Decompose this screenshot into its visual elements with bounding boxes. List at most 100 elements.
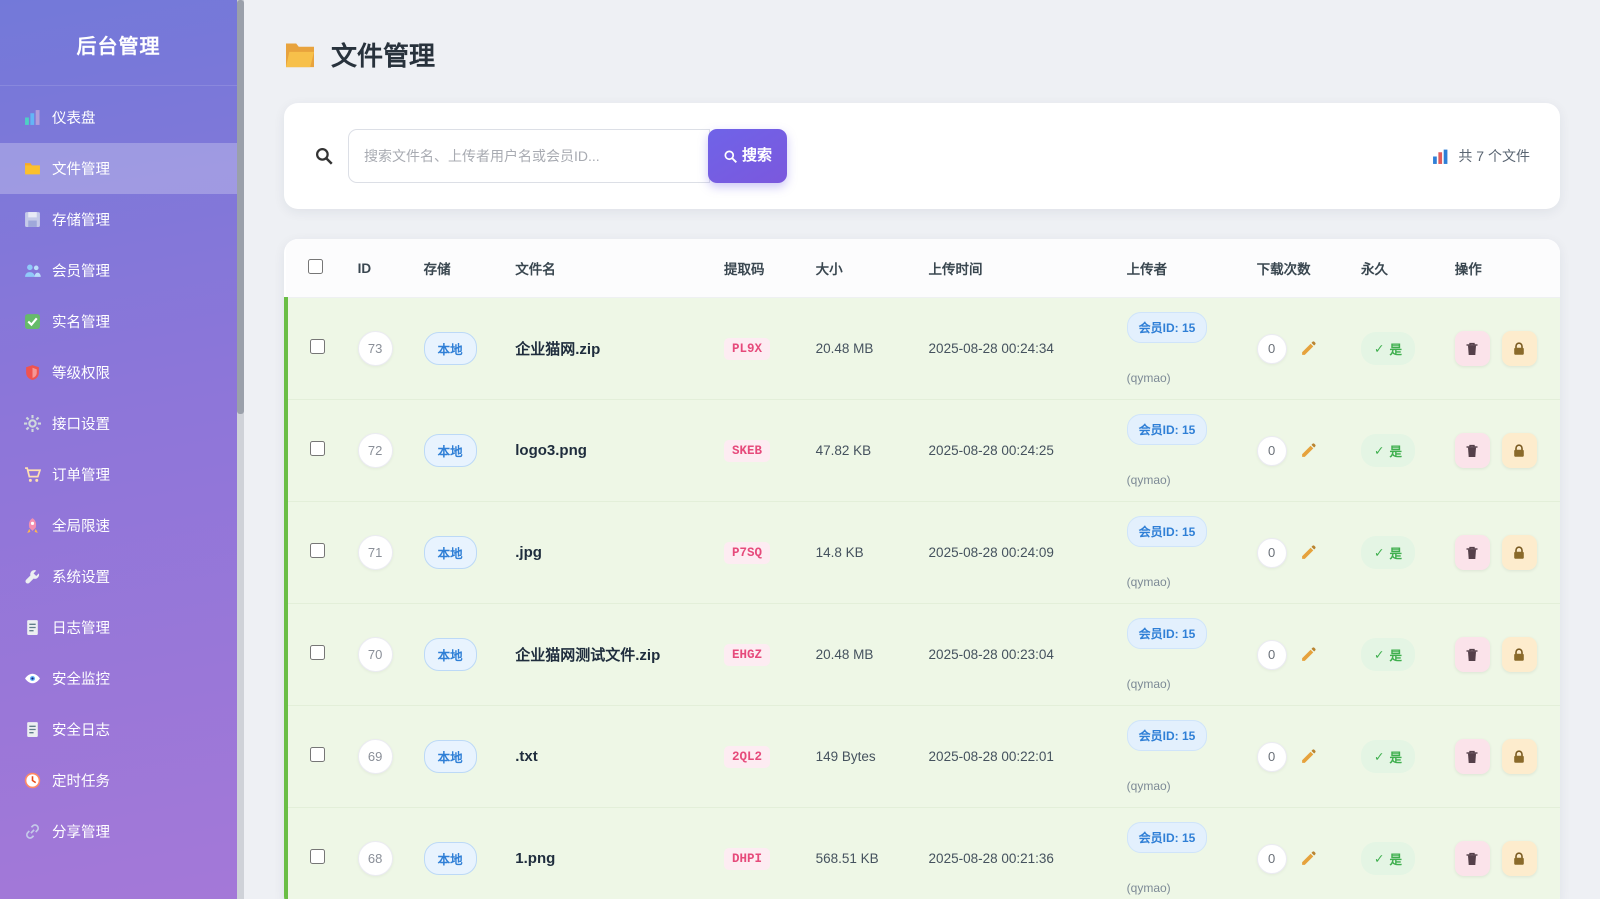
edit-downloads-button[interactable] [1296, 540, 1322, 566]
row-checkbox[interactable] [310, 543, 325, 558]
table-body: 73 本地 企业猫网.zip PL9X 20.48 MB 2025-08-28 … [286, 298, 1560, 899]
actions-cell [1455, 535, 1548, 570]
download-count: 0 [1257, 640, 1287, 670]
upload-time: 2025-08-28 00:24:34 [929, 341, 1054, 356]
file-size: 149 Bytes [816, 749, 876, 764]
uploader-username: (qymao) [1127, 473, 1171, 487]
permanent-badge: ✓是 [1361, 332, 1415, 365]
sidebar-item-members[interactable]: 会员管理 [0, 245, 237, 296]
page-scrollbar[interactable] [237, 0, 244, 899]
storage-badge: 本地 [424, 638, 477, 671]
delete-button[interactable] [1455, 535, 1490, 570]
sidebar-item-system[interactable]: 系统设置 [0, 551, 237, 602]
delete-button[interactable] [1455, 331, 1490, 366]
edit-downloads-button[interactable] [1296, 438, 1322, 464]
lock-button[interactable] [1502, 535, 1537, 570]
table-row: 70 本地 企业猫网测试文件.zip EHGZ 20.48 MB 2025-08… [286, 604, 1560, 706]
member-id-badge: 会员ID: 15 [1127, 312, 1208, 343]
scrollbar-thumb[interactable] [237, 0, 244, 414]
extract-code-badge: EHGZ [724, 644, 770, 666]
select-all-checkbox[interactable] [308, 259, 323, 274]
sidebar-item-label: 日志管理 [52, 617, 110, 638]
sidebar-item-label: 文件管理 [52, 158, 110, 179]
download-count: 0 [1257, 436, 1287, 466]
row-checkbox[interactable] [310, 441, 325, 456]
sidebar-item-logs[interactable]: 日志管理 [0, 602, 237, 653]
lock-button[interactable] [1502, 433, 1537, 468]
folder-icon [284, 41, 316, 69]
uploader-username: (qymao) [1127, 677, 1171, 691]
search-input[interactable] [348, 129, 710, 183]
extract-code-badge: 2QL2 [724, 746, 770, 768]
sidebar-item-share[interactable]: 分享管理 [0, 806, 237, 857]
row-checkbox[interactable] [310, 747, 325, 762]
file-name: .txt [515, 748, 538, 765]
sidebar-item-files[interactable]: 文件管理 [0, 143, 237, 194]
storage-badge: 本地 [424, 434, 477, 467]
disk-icon [24, 211, 41, 228]
check-icon: ✓ [1374, 443, 1384, 458]
row-checkbox[interactable] [310, 645, 325, 660]
uploader-username: (qymao) [1127, 779, 1171, 793]
permanent-badge: ✓是 [1361, 536, 1415, 569]
uploader-username: (qymao) [1127, 371, 1171, 385]
sidebar-item-tasks[interactable]: 定时任务 [0, 755, 237, 806]
main-content: 文件管理 搜索 共 7 个文件 [244, 0, 1600, 899]
sidebar-item-security-logs[interactable]: 安全日志 [0, 704, 237, 755]
sidebar-item-label: 实名管理 [52, 311, 110, 332]
delete-button[interactable] [1455, 739, 1490, 774]
row-checkbox[interactable] [310, 849, 325, 864]
delete-button[interactable] [1455, 433, 1490, 468]
sidebar-item-levels[interactable]: 等级权限 [0, 347, 237, 398]
downloads-cell: 0 [1257, 844, 1337, 874]
folder-icon [24, 160, 41, 177]
edit-downloads-button[interactable] [1296, 336, 1322, 362]
lock-button[interactable] [1502, 637, 1537, 672]
edit-downloads-button[interactable] [1296, 846, 1322, 872]
actions-cell [1455, 433, 1548, 468]
upload-time: 2025-08-28 00:23:04 [929, 647, 1054, 662]
sidebar-item-label: 存储管理 [52, 209, 110, 230]
edit-downloads-button[interactable] [1296, 744, 1322, 770]
search-button[interactable]: 搜索 [708, 129, 787, 183]
download-count: 0 [1257, 334, 1287, 364]
sidebar-item-api[interactable]: 接口设置 [0, 398, 237, 449]
header-size: 大小 [804, 239, 917, 298]
sidebar-item-monitor[interactable]: 安全监控 [0, 653, 237, 704]
downloads-cell: 0 [1257, 640, 1337, 670]
delete-button[interactable] [1455, 841, 1490, 876]
cart-icon [24, 466, 41, 483]
sidebar-item-storage[interactable]: 存储管理 [0, 194, 237, 245]
search-group: 搜索 [314, 129, 787, 183]
extract-code-badge: PL9X [724, 338, 770, 360]
sidebar-item-orders[interactable]: 订单管理 [0, 449, 237, 500]
gear-icon [24, 415, 41, 432]
file-name: 1.png [515, 850, 555, 867]
lock-button[interactable] [1502, 331, 1537, 366]
header-upload-time: 上传时间 [917, 239, 1115, 298]
sidebar-item-dashboard[interactable]: 仪表盘 [0, 92, 237, 143]
uploader-username: (qymao) [1127, 881, 1171, 895]
lock-button[interactable] [1502, 739, 1537, 774]
permanent-badge: ✓是 [1361, 434, 1415, 467]
edit-downloads-button[interactable] [1296, 642, 1322, 668]
member-id-badge: 会员ID: 15 [1127, 822, 1208, 853]
page-title: 文件管理 [331, 36, 435, 73]
file-name: 企业猫网.zip [515, 341, 600, 358]
delete-button[interactable] [1455, 637, 1490, 672]
sidebar-item-label: 仪表盘 [52, 107, 96, 128]
permanent-badge: ✓是 [1361, 740, 1415, 773]
sidebar-item-label: 订单管理 [52, 464, 110, 485]
sidebar-item-realname[interactable]: 实名管理 [0, 296, 237, 347]
file-size: 47.82 KB [816, 443, 872, 458]
uploader-cell: 会员ID: 15 (qymao) [1127, 312, 1233, 385]
actions-cell [1455, 331, 1548, 366]
row-checkbox[interactable] [310, 339, 325, 354]
member-id-badge: 会员ID: 15 [1127, 516, 1208, 547]
bar-chart-icon [1432, 148, 1449, 165]
lock-button[interactable] [1502, 841, 1537, 876]
member-id-badge: 会员ID: 15 [1127, 618, 1208, 649]
file-name: .jpg [515, 544, 542, 561]
sidebar-item-ratelimit[interactable]: 全局限速 [0, 500, 237, 551]
search-card: 搜索 共 7 个文件 [284, 103, 1560, 209]
